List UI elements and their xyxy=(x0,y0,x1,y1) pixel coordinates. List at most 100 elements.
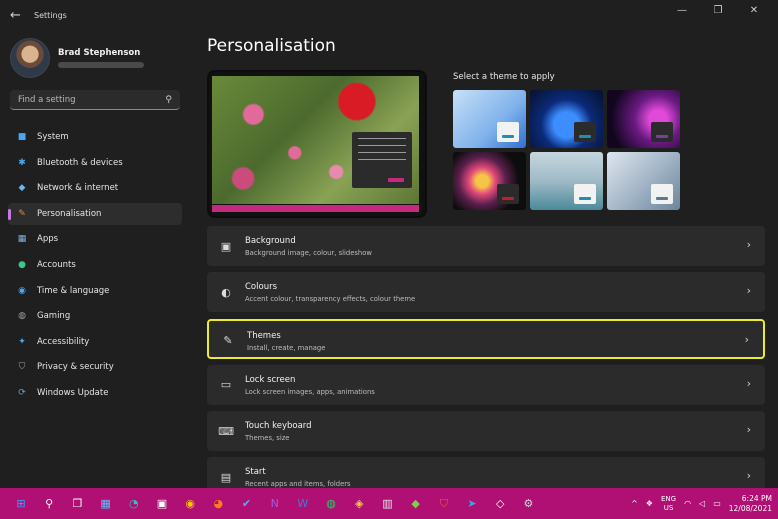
setting-row-colours[interactable]: ◐ Colours Accent colour, transparency effe… xyxy=(207,272,765,313)
sidebar-item-gaming[interactable]: ◍ Gaming xyxy=(8,305,182,327)
sidebar-nav: ■ System ✱ Bluetooth & devices ◆ Network & in… xyxy=(8,126,182,408)
theme-windows-dark[interactable] xyxy=(530,90,603,148)
sidebar-item-accounts[interactable]: ● Accounts xyxy=(8,254,182,276)
chevron-right-icon: › xyxy=(746,469,751,483)
lock-screen-icon: ▭ xyxy=(220,378,232,392)
task-view-icon[interactable]: ❐ xyxy=(66,493,88,515)
region-code: US xyxy=(663,503,674,512)
language-indicator[interactable]: ENG US xyxy=(661,495,676,513)
search-input[interactable]: Find a setting ⚲ xyxy=(10,90,180,110)
maximize-button[interactable]: ❐ xyxy=(700,4,736,18)
account-icon: ● xyxy=(18,259,26,270)
sidebar-item-time-language[interactable]: ◉ Time & language xyxy=(8,280,182,302)
chevron-right-icon: › xyxy=(746,423,751,437)
brave-icon[interactable]: ⛉ xyxy=(433,493,455,515)
setting-row-background[interactable]: ▣ Background Background image, colour, sli… xyxy=(207,226,765,266)
theme-preview xyxy=(207,70,427,218)
telegram-icon[interactable]: ➤ xyxy=(461,493,483,515)
store-icon[interactable]: ▣ xyxy=(151,493,173,515)
sidebar-item-label: Bluetooth & devices xyxy=(37,157,123,168)
image-icon: ▣ xyxy=(220,239,232,253)
keyboard-icon: ⌨ xyxy=(218,424,234,438)
setting-subtitle: Install, create, manage xyxy=(247,343,326,352)
notepad-icon[interactable]: ▥ xyxy=(376,493,398,515)
minimize-button[interactable]: — xyxy=(664,4,700,18)
app-icon[interactable]: ◈ xyxy=(348,493,370,515)
profile-email-redacted xyxy=(58,62,144,68)
widgets-icon[interactable]: ▦ xyxy=(95,493,117,515)
setting-row-lock-screen[interactable]: ▭ Lock screen Lock screen images, apps, an… xyxy=(207,364,765,405)
pen-icon: ✎ xyxy=(223,334,233,348)
page-title: Personalisation xyxy=(207,36,336,56)
tray-chevron-icon[interactable]: ^ xyxy=(631,499,638,508)
edge-icon[interactable]: ◔ xyxy=(123,493,145,515)
shield-icon: ⛉ xyxy=(18,362,26,373)
update-icon: ⟳ xyxy=(18,387,26,398)
profile-name: Brad Stephenson xyxy=(58,48,141,58)
spotify-icon[interactable]: ◍ xyxy=(320,493,342,515)
globe-clock-icon: ◉ xyxy=(18,285,26,296)
sidebar-item-bluetooth-devices[interactable]: ✱ Bluetooth & devices xyxy=(8,152,182,174)
gamepad-icon: ◍ xyxy=(18,311,26,322)
sidebar-item-windows-update[interactable]: ⟳ Windows Update xyxy=(8,382,182,404)
sidebar-item-label: Accounts xyxy=(37,259,76,270)
start-menu-icon: ▤ xyxy=(220,470,232,484)
brush-icon: ✎ xyxy=(18,208,26,219)
window-controls: — ❐ ✕ xyxy=(664,4,772,18)
theme-window-preview xyxy=(574,122,596,142)
theme-flow[interactable] xyxy=(607,152,680,210)
accessibility-icon: ✦ xyxy=(18,336,26,347)
search-icon[interactable]: ⚲ xyxy=(165,95,172,105)
settings-icon[interactable]: ⚙ xyxy=(517,493,539,515)
sidebar-item-network-internet[interactable]: ◆ Network & internet xyxy=(8,177,182,199)
setting-row-themes[interactable]: ✎ Themes Install, create, manage › xyxy=(207,318,765,359)
app-icon-2[interactable]: ◆ xyxy=(405,493,427,515)
apps-icon: ▦ xyxy=(17,234,27,245)
battery-icon[interactable]: ▭ xyxy=(713,499,721,508)
dropbox-icon[interactable]: ❖ xyxy=(646,499,653,508)
setting-row-start[interactable]: ▤ Start Recent apps and items, folders › xyxy=(207,457,765,488)
theme-window-preview xyxy=(574,184,596,204)
sidebar-item-apps[interactable]: ▦ Apps xyxy=(8,228,182,250)
sidebar-item-privacy-security[interactable]: ⛉ Privacy & security xyxy=(8,356,182,378)
sidebar-item-label: System xyxy=(37,132,69,142)
preview-taskbar xyxy=(212,205,419,212)
chevron-right-icon: › xyxy=(746,238,751,251)
onenote-icon[interactable]: N xyxy=(264,493,286,515)
todo-icon[interactable]: ✔ xyxy=(236,493,258,515)
theme-window-preview xyxy=(651,122,673,142)
app-icon-3[interactable]: ◇ xyxy=(489,493,511,515)
sidebar-item-label: Time & language xyxy=(37,285,110,296)
palette-icon: ◐ xyxy=(221,285,231,299)
sidebar-item-system[interactable]: ■ System xyxy=(8,126,182,148)
theme-glow[interactable] xyxy=(607,90,680,148)
sidebar-item-label: Network & internet xyxy=(37,183,119,194)
sidebar-item-label: Personalisation xyxy=(37,208,102,219)
theme-window-preview xyxy=(497,184,519,204)
theme-windows-light[interactable] xyxy=(453,90,526,148)
clock-time: 6:24 PM xyxy=(741,493,772,503)
chrome-icon[interactable]: ◉ xyxy=(179,493,201,515)
sidebar-item-label: Privacy & security xyxy=(37,362,114,373)
setting-subtitle: Background image, colour, slideshow xyxy=(245,249,372,257)
setting-title: Start xyxy=(245,467,266,478)
user-profile[interactable]: Brad Stephenson xyxy=(10,38,144,78)
preview-window xyxy=(352,132,412,188)
theme-window-preview xyxy=(497,122,519,142)
window-title: Settings xyxy=(34,10,67,20)
chevron-right-icon: › xyxy=(744,332,749,346)
search-icon[interactable]: ⚲ xyxy=(38,493,60,515)
sidebar-item-personalisation[interactable]: ✎ Personalisation xyxy=(8,202,182,225)
firefox-icon[interactable]: ◕ xyxy=(207,493,229,515)
volume-icon[interactable]: ◁ xyxy=(699,499,705,508)
sidebar-item-accessibility[interactable]: ✦ Accessibility xyxy=(8,331,182,353)
start-icon[interactable]: ⊞ xyxy=(10,493,32,515)
back-arrow-icon[interactable]: ← xyxy=(10,8,26,23)
word-icon[interactable]: W xyxy=(292,493,314,515)
theme-captured-motion[interactable] xyxy=(453,152,526,210)
theme-sunrise[interactable] xyxy=(530,152,603,210)
setting-row-touch-keyboard[interactable]: ⌨ Touch keyboard Themes, size › xyxy=(207,411,765,452)
wifi-icon[interactable]: ◠ xyxy=(684,499,691,508)
clock[interactable]: 6:24 PM 12/08/2021 xyxy=(729,494,772,514)
close-button[interactable]: ✕ xyxy=(736,4,772,18)
